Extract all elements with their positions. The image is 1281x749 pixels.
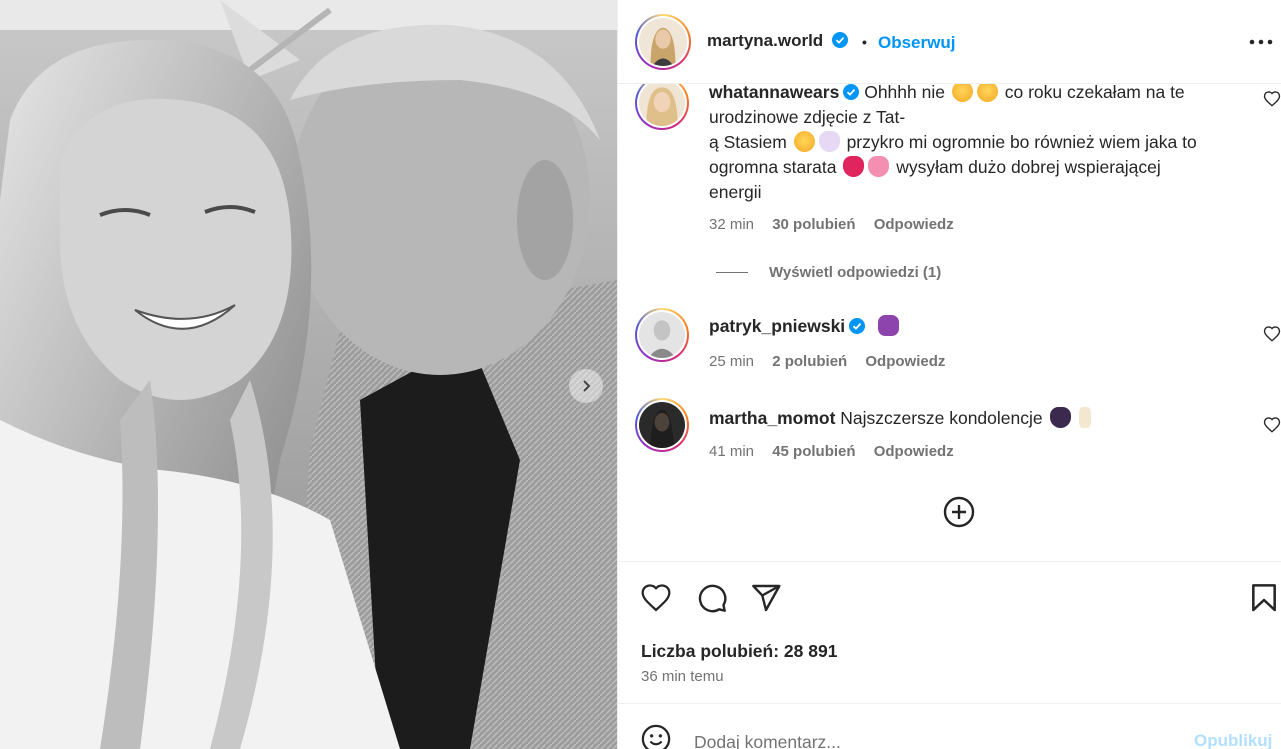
comment-text: patryk_pniewski — [709, 314, 1249, 339]
load-more-comments-icon[interactable] — [943, 496, 975, 528]
like-comment-heart-icon[interactable] — [1263, 325, 1281, 343]
comment-text-part: ogromna starata — [709, 157, 837, 177]
comment-text-part: ą Stasiem — [709, 132, 787, 152]
chevron-right-icon — [583, 380, 591, 392]
comment-likes[interactable]: 45 polubień — [772, 443, 855, 460]
verified-badge-icon — [843, 84, 860, 100]
comment-meta: 32 min 30 polubień Odpowiedz — [709, 216, 968, 233]
author-username[interactable]: martyna.world — [707, 31, 848, 51]
comment-text-part: co roku czekałam na te — [1004, 82, 1185, 102]
comment-text: whatannawears Ohhhh nie co roku czekałam… — [709, 80, 1249, 205]
comment-time[interactable]: 32 min — [709, 216, 754, 233]
black-heart-icon — [1049, 407, 1071, 428]
comment-time[interactable]: 41 min — [709, 443, 754, 460]
author-avatar[interactable] — [635, 14, 691, 70]
photo-image — [0, 0, 617, 749]
comment-text-part: Najszczersze kondolencje — [840, 408, 1043, 428]
post-header: martyna.world • Obserwuj — [618, 0, 1281, 84]
comment-text-part: urodzinowe zdjęcie z Tat- — [709, 107, 906, 127]
flushed-emoji-icon — [951, 81, 973, 102]
commenter-username[interactable]: patryk_pniewski — [709, 316, 845, 336]
add-comment-bar: Opublikuj — [618, 703, 1281, 749]
header-separator: • — [862, 34, 867, 50]
post-likes-count[interactable]: Liczba polubień: 28 891 — [641, 641, 837, 662]
commenter-avatar-image — [639, 402, 685, 448]
sparkling-heart-icon — [868, 156, 890, 177]
share-send-icon[interactable] — [750, 582, 782, 614]
comment-bubble-icon[interactable] — [696, 582, 728, 614]
comment-input[interactable] — [694, 728, 1174, 749]
like-heart-icon[interactable] — [640, 582, 672, 614]
emoji-picker-icon[interactable] — [641, 724, 671, 749]
reply-button[interactable]: Odpowiedz — [874, 216, 954, 233]
view-replies-button[interactable]: Wyświetl odpowiedzi (1) — [769, 264, 941, 281]
candle-emoji-icon — [1079, 407, 1092, 428]
commenter-avatar-image — [639, 80, 685, 126]
white-heart-icon — [818, 131, 840, 152]
post-photo — [0, 0, 617, 749]
comment-text: martha_momot Najszczersze kondolencje — [709, 406, 1249, 431]
commenter-avatar[interactable] — [635, 308, 689, 362]
comment-likes[interactable]: 2 polubień — [772, 353, 847, 370]
flushed-emoji-icon — [976, 81, 998, 102]
replies-divider — [716, 272, 748, 273]
post-side-panel: martyna.world • Obserwuj whatannawears O… — [617, 0, 1281, 749]
verified-badge-icon — [849, 318, 866, 334]
broken-heart-icon — [843, 156, 865, 177]
post-timestamp[interactable]: 36 min temu — [641, 668, 724, 685]
pleading-emoji-icon — [793, 131, 815, 152]
commenter-username[interactable]: whatannawears — [709, 82, 839, 102]
follow-button[interactable]: Obserwuj — [878, 33, 955, 53]
comment-meta: 25 min 2 polubień Odpowiedz — [709, 353, 959, 370]
more-horizontal-icon — [1249, 39, 1273, 45]
like-comment-heart-icon[interactable] — [1263, 416, 1281, 434]
like-comment-heart-icon[interactable] — [1263, 90, 1281, 108]
comment-text-part: wysyłam dużo dobrej wspierającej — [896, 157, 1161, 177]
commenter-username[interactable]: martha_momot — [709, 408, 835, 428]
comment-text-part: Ohhhh nie — [864, 82, 945, 102]
save-bookmark-icon[interactable] — [1248, 582, 1280, 614]
reply-button[interactable]: Odpowiedz — [865, 353, 945, 370]
author-avatar-image — [639, 18, 687, 66]
commenter-avatar-image — [639, 312, 685, 358]
grapes-emoji-icon — [878, 315, 900, 336]
post-actions: Liczba polubień: 28 891 36 min temu — [618, 561, 1281, 703]
verified-badge-icon — [831, 32, 848, 48]
reply-button[interactable]: Odpowiedz — [874, 443, 954, 460]
comment-time[interactable]: 25 min — [709, 353, 754, 370]
next-photo-button[interactable] — [569, 369, 603, 403]
comment-meta: 41 min 45 polubień Odpowiedz — [709, 443, 968, 460]
more-options-button[interactable] — [1247, 28, 1275, 56]
comment-text-part: energii — [709, 182, 762, 202]
commenter-avatar[interactable] — [635, 76, 689, 130]
comment-likes[interactable]: 30 polubień — [772, 216, 855, 233]
comment-text-part: przykro mi ogromnie bo również wiem jaka… — [846, 132, 1197, 152]
publish-comment-button[interactable]: Opublikuj — [1194, 731, 1272, 749]
author-username-text[interactable]: martyna.world — [707, 31, 823, 50]
commenter-avatar[interactable] — [635, 398, 689, 452]
